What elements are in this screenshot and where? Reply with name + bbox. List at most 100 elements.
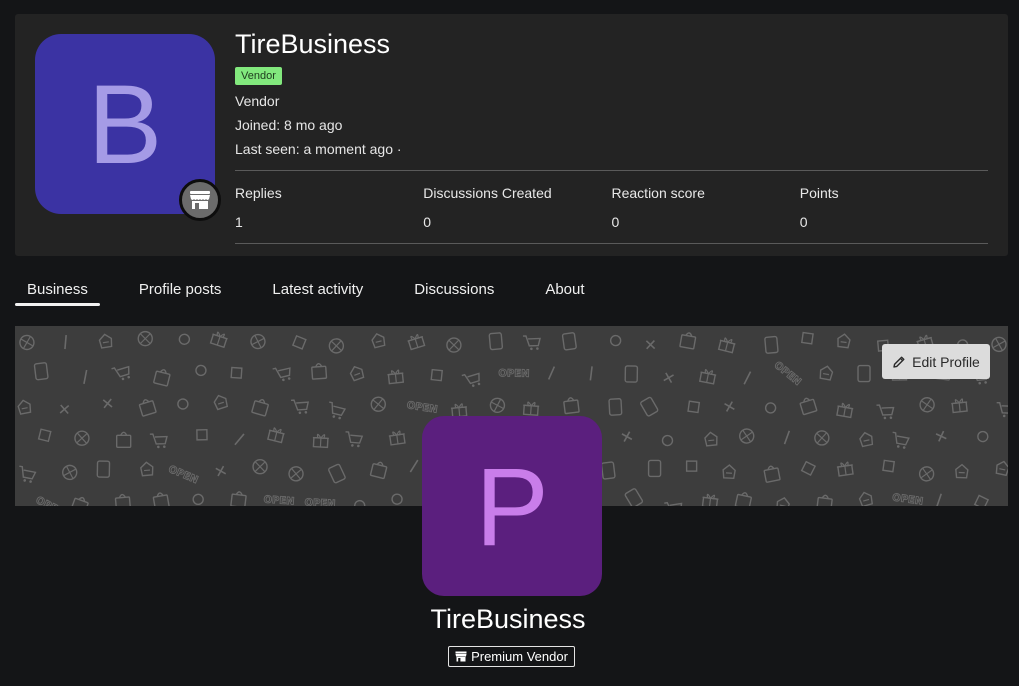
joined-line: Joined: 8 mo ago bbox=[235, 117, 995, 133]
pattern-motif bbox=[624, 365, 639, 383]
pattern-motif bbox=[816, 494, 833, 506]
pattern-motif bbox=[153, 369, 171, 387]
pattern-motif bbox=[701, 493, 719, 506]
pattern-motif bbox=[177, 398, 189, 410]
pattern-motif bbox=[96, 460, 111, 478]
last-seen-label: Last seen: bbox=[235, 140, 300, 157]
pattern-motif bbox=[764, 335, 779, 354]
pattern-motif bbox=[995, 460, 1008, 477]
pattern-motif bbox=[213, 394, 229, 411]
stat-replies[interactable]: Replies 1 bbox=[235, 171, 423, 243]
pattern-motif bbox=[814, 430, 830, 446]
pattern-motif bbox=[935, 493, 943, 506]
edit-profile-label: Edit Profile bbox=[912, 353, 980, 370]
pattern-motif bbox=[290, 399, 310, 415]
pattern-motif bbox=[996, 401, 1008, 418]
last-seen-line: Last seen: a moment ago · bbox=[235, 141, 995, 157]
pattern-motif bbox=[369, 461, 388, 480]
stat-value: 0 bbox=[611, 214, 620, 230]
pattern-motif: OPEN bbox=[263, 494, 296, 506]
tab-about[interactable]: About bbox=[533, 270, 596, 306]
pattern-motif bbox=[640, 396, 659, 417]
pattern-motif bbox=[328, 463, 346, 484]
tab-business[interactable]: Business bbox=[15, 270, 100, 306]
pattern-motif bbox=[192, 493, 204, 506]
pattern-motif bbox=[589, 366, 593, 381]
pattern-motif bbox=[663, 372, 674, 384]
pattern-motif bbox=[724, 401, 735, 412]
storefront-icon bbox=[179, 179, 221, 221]
pattern-motif bbox=[102, 398, 113, 409]
pattern-motif bbox=[704, 431, 718, 447]
stat-discussions-created[interactable]: Discussions Created 0 bbox=[423, 171, 611, 243]
pattern-motif bbox=[951, 398, 968, 414]
profile-info: TireBusiness Vendor Vendor Joined: 8 mo … bbox=[235, 29, 995, 157]
pattern-motif: OPEN bbox=[498, 368, 530, 380]
tab-latest-activity[interactable]: Latest activity bbox=[260, 270, 375, 306]
pattern-motif bbox=[178, 333, 191, 345]
pattern-motif bbox=[115, 431, 132, 448]
svg-text:OPEN: OPEN bbox=[34, 495, 67, 506]
pattern-motif: OPEN bbox=[771, 359, 803, 388]
pattern-motif bbox=[876, 404, 895, 420]
pattern-motif: OPEN bbox=[304, 497, 336, 506]
pattern-motif bbox=[137, 330, 153, 347]
pattern-motif bbox=[407, 333, 426, 351]
pattern-motif bbox=[152, 492, 170, 506]
pattern-motif bbox=[859, 431, 874, 448]
pattern-motif: OPEN bbox=[891, 492, 924, 506]
pattern-motif bbox=[234, 433, 245, 446]
pattern-motif bbox=[62, 464, 78, 481]
pattern-motif bbox=[687, 400, 701, 414]
stat-label: Reaction score bbox=[611, 185, 705, 201]
tab-discussions[interactable]: Discussions bbox=[402, 270, 506, 306]
business-name: TireBusiness bbox=[430, 604, 586, 634]
pattern-motif bbox=[734, 492, 752, 506]
pattern-motif bbox=[312, 433, 329, 449]
svg-text:OPEN: OPEN bbox=[406, 400, 438, 416]
pencil-icon bbox=[893, 356, 905, 368]
pattern-motif bbox=[388, 430, 406, 446]
pattern-motif bbox=[935, 430, 947, 442]
pattern-motif bbox=[624, 488, 644, 506]
stat-reaction-score[interactable]: Reaction score 0 bbox=[612, 171, 800, 243]
joined-value[interactable]: 8 mo ago bbox=[284, 117, 342, 133]
vendor-tag: Vendor bbox=[235, 66, 282, 85]
pattern-motif bbox=[609, 334, 622, 347]
pattern-motif bbox=[250, 333, 266, 350]
last-seen-value[interactable]: a moment ago · bbox=[304, 141, 402, 157]
pattern-motif bbox=[991, 336, 1007, 353]
pattern-motif bbox=[837, 333, 851, 349]
storefront-icon bbox=[455, 651, 467, 662]
profile-tabs: Business Profile posts Latest activity D… bbox=[15, 270, 624, 306]
pattern-motif bbox=[717, 337, 736, 354]
pattern-motif bbox=[430, 368, 444, 382]
tab-profile-posts[interactable]: Profile posts bbox=[127, 270, 234, 306]
pattern-motif bbox=[74, 430, 90, 446]
pattern-motif bbox=[252, 459, 268, 475]
pattern-motif bbox=[973, 494, 990, 506]
pattern-motif bbox=[64, 334, 67, 350]
pattern-motif bbox=[446, 337, 462, 353]
pattern-motif bbox=[561, 332, 577, 351]
username: TireBusiness bbox=[235, 29, 391, 59]
pattern-motif bbox=[196, 428, 208, 441]
pattern-motif bbox=[409, 459, 419, 473]
premium-vendor-badge: Premium Vendor bbox=[448, 646, 575, 667]
business-avatar[interactable]: P bbox=[422, 416, 602, 596]
pattern-motif bbox=[328, 338, 345, 354]
pattern-motif bbox=[819, 365, 834, 381]
svg-text:OPEN: OPEN bbox=[498, 368, 529, 380]
pattern-motif: OPEN bbox=[33, 495, 67, 506]
pattern-motif bbox=[288, 466, 304, 482]
pattern-motif bbox=[547, 366, 556, 380]
pattern-motif bbox=[621, 431, 633, 442]
pattern-motif bbox=[647, 459, 662, 478]
pattern-motif bbox=[522, 401, 540, 417]
pattern-motif bbox=[114, 493, 132, 506]
pattern-motif bbox=[764, 402, 777, 414]
edit-profile-button[interactable]: Edit Profile bbox=[882, 344, 990, 379]
pattern-motif bbox=[698, 369, 717, 385]
stat-points[interactable]: Points 0 bbox=[800, 171, 988, 243]
pattern-motif bbox=[955, 463, 969, 479]
